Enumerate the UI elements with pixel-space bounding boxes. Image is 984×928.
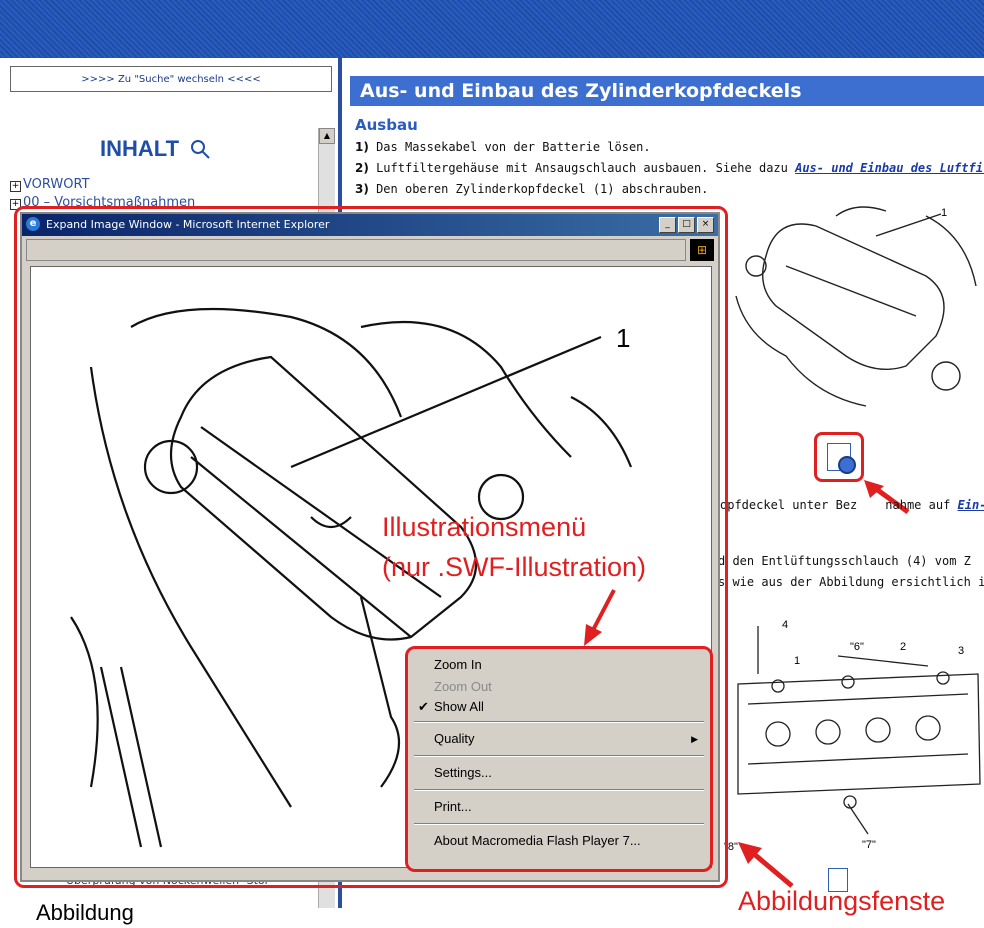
menu-label: Show All [434,699,484,714]
menu-separator [414,755,704,757]
engine-thumbnail: 1 [735,206,977,407]
callout-number: 1 [794,655,800,667]
toc-heading-label: INHALT [100,136,180,161]
menu-separator [414,789,704,791]
menu-label: Zoom In [434,657,482,672]
text-fragment: s wie aus der Abbildung ersichtlich in r [718,575,984,589]
zoom-image-button[interactable] [814,432,864,482]
menu-label: Settings... [434,765,492,780]
text-fragment: opfdeckel unter Bez nahme auf Ein- [720,498,984,512]
air-filter-link[interactable]: Aus- und Einbau des Luftfil [795,161,984,175]
menu-item-print[interactable]: Print... [408,795,710,819]
menu-label: About Macromedia Flash Player 7... [434,833,641,848]
fragment-text: nahme auf [885,498,958,512]
step-item: 2) Luftfiltergehäuse mit Ansaugschlauch … [355,158,984,179]
menu-separator [414,823,704,825]
toc-item-vorwort[interactable]: + VORWORT [10,176,195,194]
switch-search-label: >>>> Zu "Suche" wechseln <<<< [81,73,261,85]
menu-item-show-all[interactable]: ✔ Show All [408,697,710,717]
callout-label: (nur .SWF-Illustration) [382,552,647,582]
callout-label: Illustrationsmenü [382,512,587,542]
menu-item-zoom-out: Zoom Out [408,677,710,697]
cover-diagram: 4 1 "6" 2 3 "7" "8" [724,619,981,853]
magnify-page-icon [827,443,856,474]
step-number: 3) [355,182,369,196]
arrow-icon [738,842,794,888]
fragment-link[interactable]: Ein- [958,498,984,512]
flash-context-menu: Zoom In Zoom Out ✔ Show All Quality ▶ Sett… [405,646,713,872]
callout-number: "6" [850,641,864,653]
step-text: Luftfiltergehäuse mit Ansaugschlauch aus… [376,161,796,175]
callout-number: "7" [862,839,876,851]
fragment-text: opfdeckel unter Bez [720,498,858,512]
callout-number: 3 [958,645,964,657]
menu-label: Print... [434,799,472,814]
menu-label: Quality [434,731,475,746]
arrow-icon [584,589,616,646]
callout-number: 4 [782,619,788,631]
menu-item-about[interactable]: About Macromedia Flash Player 7... [408,829,710,853]
section-heading: Ausbau [355,116,418,134]
steps-list: 1) Das Massekabel von der Batterie lösen… [355,137,984,200]
step-number: 1) [355,140,369,154]
menu-separator [414,721,704,723]
menu-item-settings[interactable]: Settings... [408,761,710,785]
step-text: Den oberen Zylinderkopfdeckel (1) abschr… [376,182,709,196]
step-item: 1) Das Massekabel von der Batterie lösen… [355,137,984,158]
page-title: Aus- und Einbau des Zylinderkopfdeckels [350,76,984,106]
callout-label: Abbildungsfenste [738,886,946,916]
switch-to-search-link[interactable]: >>>> Zu "Suche" wechseln <<<< [10,66,332,92]
step-text: Das Massekabel von der Batterie lösen. [376,140,651,154]
menu-label: Zoom Out [434,679,492,694]
top-banner [0,0,984,58]
check-icon: ✔ [418,699,429,714]
figure-caption: Abbildung [36,900,134,925]
menu-item-quality[interactable]: Quality ▶ [408,727,710,751]
submenu-arrow-icon: ▶ [691,734,698,744]
step-number: 2) [355,161,369,175]
menu-item-zoom-in[interactable]: Zoom In [408,653,710,677]
search-icon[interactable] [189,138,211,160]
expand-icon[interactable]: + [10,181,21,192]
toc-heading: INHALT [100,136,211,162]
scroll-up-icon[interactable]: ▲ [319,128,335,144]
callout-number: 2 [900,641,906,653]
text-fragment: d den Entlüftungsschlauch (4) vom Z [718,554,971,568]
toc-item-label: VORWORT [23,177,90,192]
callout-number: 1 [941,207,947,219]
